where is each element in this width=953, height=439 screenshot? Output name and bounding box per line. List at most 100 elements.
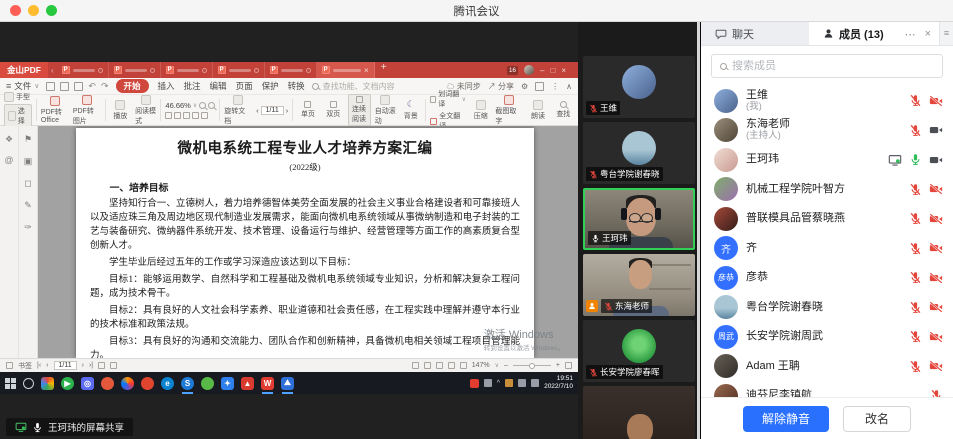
new-tab-button[interactable]: + — [375, 62, 393, 78]
undo-icon[interactable]: ↶ — [88, 81, 96, 92]
taskbar-app-icon[interactable]: S — [181, 377, 194, 390]
rotate-doc-button[interactable]: 旋转文档 — [224, 95, 252, 126]
mic-muted-icon[interactable] — [909, 212, 922, 225]
fullscreen-icon[interactable] — [565, 362, 572, 369]
member-search-box[interactable] — [711, 54, 943, 78]
date-badge-icon[interactable]: 16 — [507, 66, 518, 75]
pdf-app-button[interactable]: 金山PDF — [0, 62, 48, 78]
tray-recording-icon[interactable] — [470, 379, 479, 388]
panel-collapse-handle[interactable]: ≡ — [939, 22, 953, 45]
close-panel-icon[interactable]: × — [925, 28, 931, 40]
fit-page-icons[interactable] — [165, 112, 215, 119]
screen-share-banner[interactable]: 王珂玮的屏幕共享 — [6, 418, 133, 436]
ribbon-tab-convert[interactable]: 转换 — [288, 80, 305, 92]
start-button[interactable] — [5, 378, 16, 389]
tray-volume-icon[interactable] — [531, 379, 539, 387]
camera-on-icon[interactable] — [929, 153, 943, 167]
screenshot-ocr-button[interactable]: 截图取字 — [495, 95, 523, 126]
mic-muted-icon[interactable] — [909, 330, 922, 343]
taskbar-meeting-icon[interactable]: ⛰ — [281, 377, 294, 390]
member-row[interactable]: 王维(我) — [701, 86, 953, 116]
video-tile[interactable]: 长安学院廖春晖 — [583, 320, 695, 382]
first-page-icon[interactable]: |‹ — [37, 362, 41, 369]
last-page-icon[interactable]: ›| — [89, 362, 93, 369]
camera-off-icon[interactable] — [929, 271, 943, 285]
camera-off-icon[interactable] — [929, 212, 943, 226]
layout-icon-2[interactable] — [436, 362, 443, 369]
share-button[interactable]: ↗ 分享 — [488, 81, 514, 92]
screen-sharing-icon[interactable] — [888, 153, 902, 167]
member-row[interactable]: 彦恭 彦恭 — [701, 263, 953, 293]
save-icon[interactable] — [60, 82, 69, 91]
comment-panel-icon[interactable]: ◻ — [24, 178, 31, 189]
read-mode-button[interactable]: 阅读模式 — [135, 95, 156, 126]
video-tile-partial[interactable] — [583, 386, 695, 439]
taskbar-app-icon[interactable] — [201, 377, 214, 390]
unmute-button[interactable]: 解除静音 — [743, 406, 829, 432]
pdf-page-view[interactable]: 微机电系统工程专业人才培养方案汇编 (2022级) 一、培养目标 坚持知行合一、… — [38, 126, 578, 358]
pdf-tab-active[interactable]: P× — [317, 62, 375, 78]
member-row[interactable]: 周武 长安学院谢周武 — [701, 322, 953, 352]
member-row[interactable]: Adam 王聃 — [701, 352, 953, 382]
open-icon[interactable] — [46, 82, 55, 91]
member-row[interactable]: 齐 齐 — [701, 234, 953, 264]
member-row[interactable]: 迪芬尼李镇航 — [701, 381, 953, 397]
tab-scroll-left-icon[interactable]: ‹ — [48, 66, 57, 75]
mic-muted-icon[interactable] — [930, 389, 943, 397]
stamp-icon[interactable]: ✑ — [24, 222, 32, 233]
bookmark-icon[interactable]: ⚑ — [24, 134, 32, 145]
hand-tool[interactable]: 手型 — [4, 92, 32, 102]
tab-members[interactable]: 成员 (13) ⋯ × — [809, 22, 939, 45]
page-remove-icon[interactable] — [110, 362, 117, 369]
pdf-window-controls[interactable]: –□× — [540, 66, 572, 75]
attachment-icon[interactable]: ✎ — [24, 200, 32, 211]
taskbar-app-icon[interactable] — [41, 377, 54, 390]
thumbnail-icon[interactable]: ▣ — [24, 156, 33, 167]
settings-gear-icon[interactable]: ⚙ — [521, 82, 528, 91]
zoom-out-icon[interactable] — [199, 102, 206, 109]
video-tile[interactable]: 王维 — [583, 56, 695, 118]
read-aloud-button[interactable]: 朗读 — [527, 100, 548, 121]
member-row[interactable]: 粤台学院谢春晓 — [701, 293, 953, 323]
mic-muted-icon[interactable] — [909, 94, 922, 107]
member-row[interactable]: 东海老师(主持人) — [701, 116, 953, 146]
brightness-icon[interactable] — [412, 362, 419, 369]
ribbon-tab-comment[interactable]: 批注 — [184, 80, 201, 92]
prev-page-icon[interactable]: ‹ — [46, 362, 48, 369]
background-button[interactable]: ☾背景 — [400, 99, 421, 121]
print-icon[interactable] — [74, 82, 83, 91]
taskbar-wps-icon[interactable]: W — [261, 377, 274, 390]
mic-muted-icon[interactable] — [909, 301, 922, 314]
rename-button[interactable]: 改名 — [843, 406, 911, 432]
taskbar-app-icon[interactable]: ▶ — [61, 377, 74, 390]
tab-close-icon[interactable]: × — [364, 66, 369, 75]
camera-on-icon[interactable] — [929, 123, 943, 137]
bookmark-label[interactable]: 书签 — [18, 361, 32, 371]
zoom-value[interactable]: 46.66% — [165, 101, 190, 110]
tray-network-icon[interactable] — [518, 379, 526, 387]
taskbar-app-icon[interactable] — [101, 377, 114, 390]
ribbon-tab-insert[interactable]: 插入 — [158, 80, 175, 92]
status-zoom-value[interactable]: 147% — [472, 362, 490, 369]
tray-folder-icon[interactable] — [505, 379, 513, 387]
more-menu-icon[interactable]: ⋯ — [905, 28, 916, 41]
pdf-to-image-button[interactable]: PDF转图片 — [73, 95, 101, 126]
pdf-tab[interactable]: P — [161, 62, 213, 78]
pdf-tab[interactable]: P — [109, 62, 161, 78]
plugin-icon[interactable]: ❖ — [5, 134, 13, 145]
bookmark-toggle-icon[interactable] — [6, 362, 13, 369]
tab-chat[interactable]: 聊天 — [701, 22, 809, 45]
mic-muted-icon[interactable] — [909, 124, 922, 137]
mic-muted-icon[interactable] — [909, 242, 922, 255]
account-avatar[interactable] — [524, 65, 534, 75]
video-tile-active-speaker[interactable]: 王珂玮 — [583, 188, 695, 250]
taskbar-app-icon[interactable]: ◎ — [81, 377, 94, 390]
taskbar-app-icon[interactable]: ✦ — [221, 377, 234, 390]
ribbon-tab-edit[interactable]: 编辑 — [210, 80, 227, 92]
member-row[interactable]: 机械工程学院叶智方 — [701, 175, 953, 205]
compress-button[interactable]: 压缩 — [470, 100, 491, 121]
camera-off-icon[interactable] — [929, 359, 943, 373]
file-menu[interactable]: ≡ 文件 ∨ — [6, 80, 39, 92]
zoom-plus-icon[interactable]: + — [556, 362, 560, 369]
camera-off-icon[interactable] — [929, 182, 943, 196]
